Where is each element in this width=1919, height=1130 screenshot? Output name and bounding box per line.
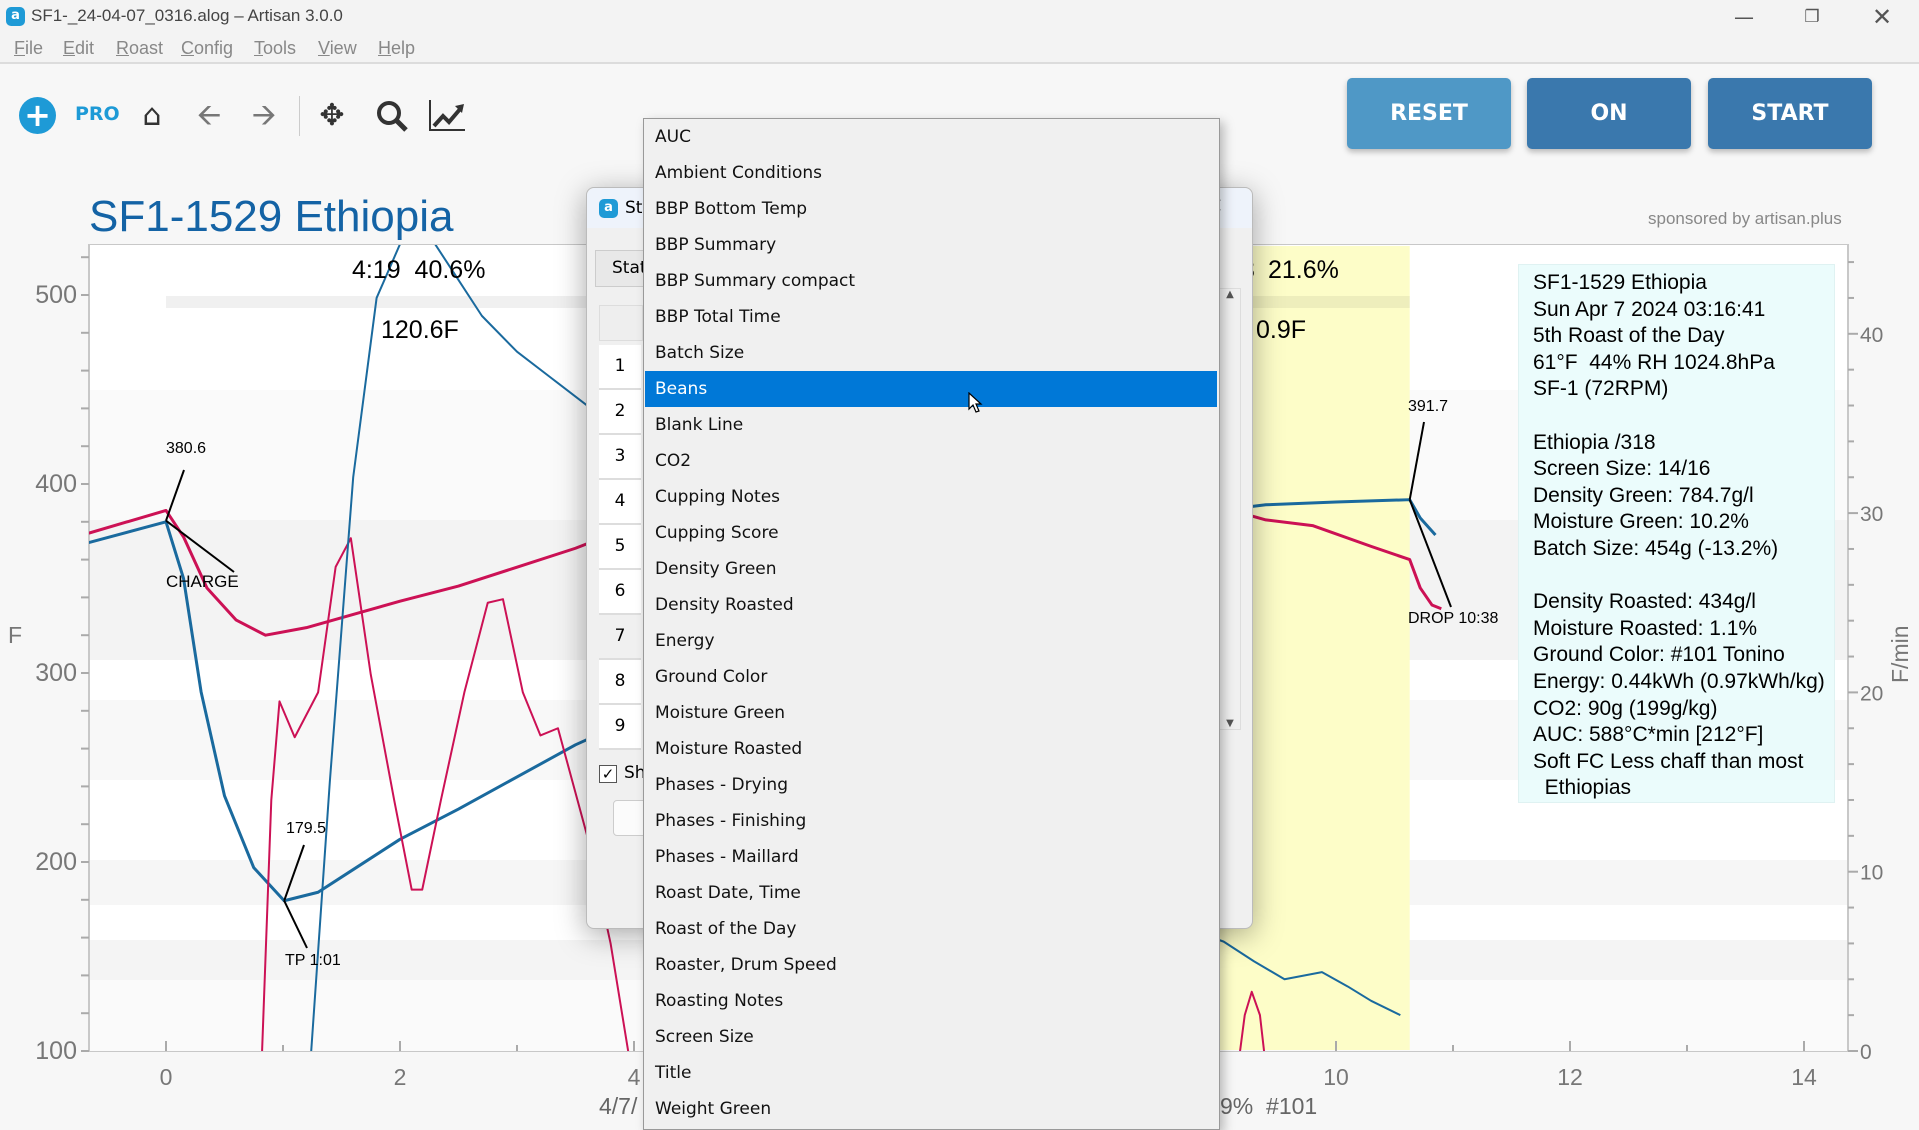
mouse-cursor-icon <box>968 391 984 418</box>
y-tick-label: 500 <box>35 281 77 309</box>
info-line: SF1-1529 Ethiopia <box>1533 271 1707 294</box>
dropdown-option[interactable]: Ground Color <box>645 659 1217 695</box>
dropdown-option[interactable]: Roast of the Day <box>645 911 1217 947</box>
dropdown-option[interactable]: Phases - Maillard <box>645 839 1217 875</box>
drop-temp-label: 391.7 <box>1408 398 1449 415</box>
bottom-date-text: 4/7/ <box>599 1093 638 1119</box>
dropdown-option[interactable]: BBP Bottom Temp <box>645 191 1217 227</box>
charge-temp-label: 380.6 <box>166 440 207 457</box>
dropdown-option[interactable]: Blank Line <box>645 407 1217 443</box>
y-tick-label: 100 <box>35 1037 77 1065</box>
table-row-number[interactable]: 1 <box>599 345 641 390</box>
info-line: AUC: 588°C*min [212°F] <box>1533 723 1764 747</box>
table-row-number[interactable]: 2 <box>599 390 641 435</box>
dropdown-option[interactable]: Cupping Score <box>645 515 1217 551</box>
table-row-number[interactable]: 6 <box>599 570 641 615</box>
info-line: Soft FC Less chaff than most <box>1533 749 1804 773</box>
scroll-down-icon[interactable]: ▼ <box>1220 718 1240 729</box>
info-line <box>1533 563 1834 590</box>
phase-drying-label: 4:19 40.6% <box>352 256 486 284</box>
y-tick-label: 200 <box>35 848 77 876</box>
x-tick-label: 14 <box>1791 1064 1817 1090</box>
y2-tick-label: 0 <box>1860 1041 1872 1064</box>
dropdown-option[interactable]: Batch Size <box>645 335 1217 371</box>
y2-tick-label: 20 <box>1860 682 1883 705</box>
info-line: Ethiopia /318 <box>1533 430 1656 454</box>
x-tick-label: 0 <box>160 1064 173 1090</box>
info-line: Ethiopias <box>1533 776 1632 800</box>
dropdown-option[interactable]: Beans <box>645 371 1217 407</box>
info-line: Density Green: 784.7g/l <box>1533 483 1754 507</box>
dialog-title: St <box>625 198 643 218</box>
dropdown-option[interactable]: Moisture Roasted <box>645 731 1217 767</box>
phase-finishing-delta: 0.9F <box>1256 316 1307 344</box>
dropdown-option[interactable]: AUC <box>645 119 1217 155</box>
drop-label: DROP 10:38 <box>1408 610 1499 627</box>
dropdown-option[interactable]: BBP Summary <box>645 227 1217 263</box>
info-line: Screen Size: 14/16 <box>1533 457 1711 481</box>
y2-tick-label: 30 <box>1860 503 1883 526</box>
dropdown-option[interactable]: Phases - Finishing <box>645 803 1217 839</box>
dropdown-option[interactable]: BBP Summary compact <box>645 263 1217 299</box>
dropdown-option[interactable]: Ambient Conditions <box>645 155 1217 191</box>
info-line: Moisture Green: 10.2% <box>1533 510 1749 534</box>
y2-axis-label: F/min <box>1887 626 1913 684</box>
dropdown-option[interactable]: Title <box>645 1055 1217 1091</box>
roast-info-box: SF1-1529 Ethiopia Sun Apr 7 2024 03:16:41… <box>1518 264 1835 803</box>
phase-drying-delta: 120.6F <box>381 316 459 344</box>
table-row-number[interactable]: 7 <box>599 615 641 660</box>
tp-temp-label: 179.5 <box>286 820 327 837</box>
x-tick-label: 4 <box>628 1064 641 1090</box>
table-scrollbar[interactable]: ▲ ▼ <box>1219 288 1241 730</box>
table-row-number[interactable]: 4 <box>599 480 641 525</box>
dropdown-option[interactable]: Energy <box>645 623 1217 659</box>
table-header-corner <box>599 305 643 341</box>
charge-label: CHARGE <box>166 572 239 591</box>
dropdown-option[interactable]: Cupping Notes <box>645 479 1217 515</box>
dropdown-option[interactable]: Moisture Green <box>645 695 1217 731</box>
x-tick-label: 2 <box>394 1064 407 1090</box>
info-line: CO2: 90g (199g/kg) <box>1533 696 1718 720</box>
info-line: Sun Apr 7 2024 03:16:41 <box>1533 297 1766 321</box>
info-line: Energy: 0.44kWh (0.97kWh/kg) <box>1533 669 1825 693</box>
scroll-up-icon[interactable]: ▲ <box>1220 289 1240 300</box>
tp-label: TP 1:01 <box>285 952 341 969</box>
dropdown-option[interactable]: Density Green <box>645 551 1217 587</box>
dropdown-option[interactable]: Density Roasted <box>645 587 1217 623</box>
info-line: Density Roasted: 434g/l <box>1533 590 1756 614</box>
y-axis-label: F <box>8 622 22 648</box>
info-line: Moisture Roasted: 1.1% <box>1533 616 1758 640</box>
y-tick-label: 300 <box>35 659 77 687</box>
dropdown-option[interactable]: Phases - Drying <box>645 767 1217 803</box>
dropdown-option[interactable]: Screen Size <box>645 1019 1217 1055</box>
dropdown-option[interactable]: BBP Total Time <box>645 299 1217 335</box>
dropdown-option[interactable]: Weight Green <box>645 1091 1217 1127</box>
y2-tick-label: 40 <box>1860 324 1883 347</box>
table-row-number[interactable]: 9 <box>599 705 641 750</box>
info-line: Batch Size: 454g (-13.2%) <box>1533 536 1779 560</box>
phase-finishing-label: 21.6% <box>1268 256 1339 284</box>
dropdown-option[interactable]: Roaster, Drum Speed <box>645 947 1217 983</box>
entry-dropdown-list[interactable]: AUC Ambient Conditions BBP Bottom Temp BBP … <box>643 118 1220 1130</box>
info-line: 5th Roast of the Day <box>1533 324 1725 348</box>
dropdown-option[interactable]: Roast Date, Time <box>645 875 1217 911</box>
info-line: Ground Color: #101 Tonino <box>1533 643 1785 667</box>
x-tick-label: 10 <box>1323 1064 1349 1090</box>
y-tick-label: 400 <box>35 470 77 498</box>
artisan-logo-icon: a <box>599 199 618 218</box>
info-line <box>1533 403 1834 430</box>
info-line: SF-1 (72RPM) <box>1533 377 1669 401</box>
table-row-number[interactable]: 3 <box>599 435 641 480</box>
y2-tick-label: 10 <box>1860 862 1883 885</box>
show-checkbox[interactable]: ✓ <box>599 765 617 783</box>
dropdown-option[interactable]: CO2 <box>645 443 1217 479</box>
dropdown-option[interactable]: Roasting Notes <box>645 983 1217 1019</box>
info-line: 61°F 44% RH 1024.8hPa <box>1533 350 1775 374</box>
table-row-number[interactable]: 5 <box>599 525 641 570</box>
bottom-color-text: 9% #101 <box>1220 1093 1318 1119</box>
x-tick-label: 12 <box>1557 1064 1583 1090</box>
table-row-number[interactable]: 8 <box>599 660 641 705</box>
